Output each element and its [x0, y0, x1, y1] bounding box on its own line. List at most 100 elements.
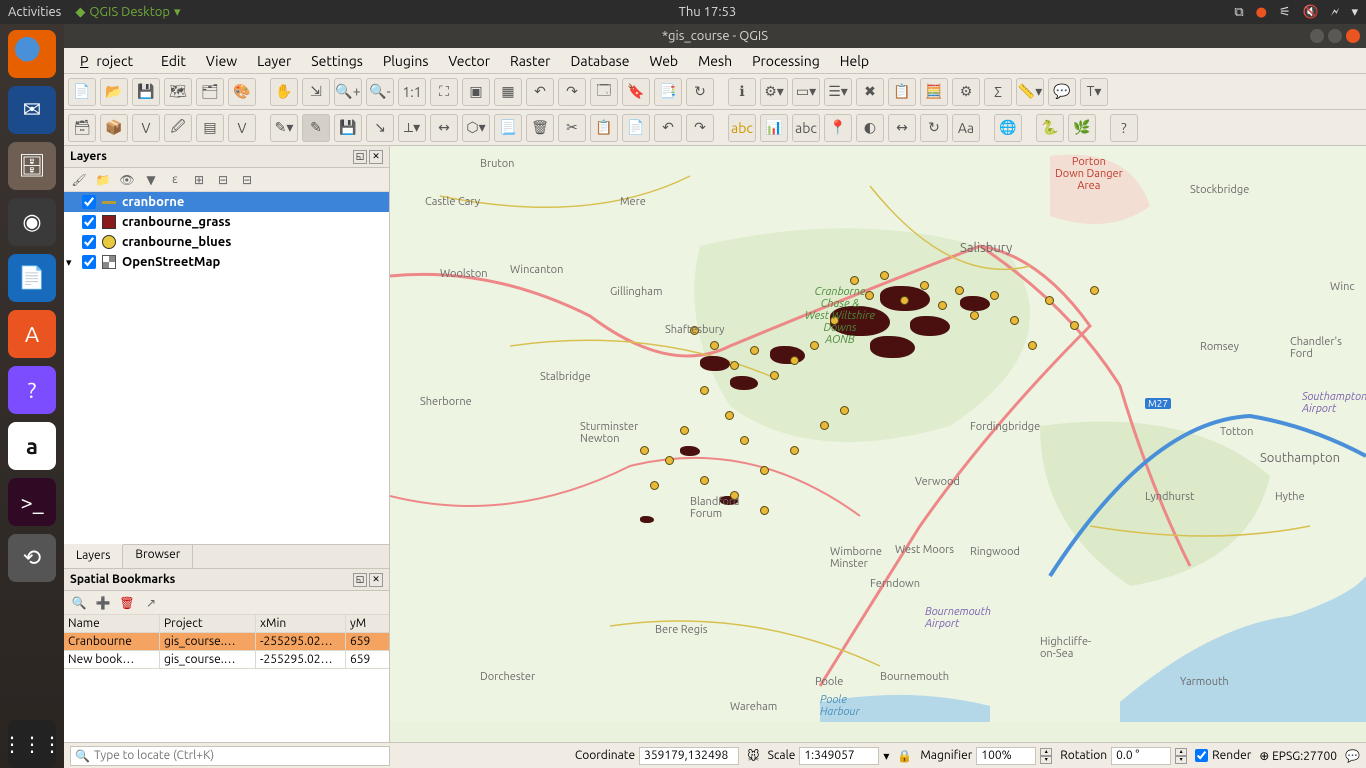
bookmarks-table[interactable]: Name Project xMin yM Cranbourne gis_cour…: [64, 615, 389, 742]
move-label-button[interactable]: ↔: [888, 114, 916, 142]
layout-manager-button[interactable]: 🗂: [196, 78, 224, 106]
layers-list[interactable]: cranborne cranbourne_grass cranbourne_bl…: [64, 192, 389, 544]
layer-checkbox[interactable]: [82, 235, 96, 249]
magnifier-input[interactable]: [976, 747, 1036, 765]
menu-view[interactable]: View: [198, 51, 245, 71]
new-project-button[interactable]: 📄: [68, 78, 96, 106]
rotate-label-button[interactable]: ↻: [920, 114, 948, 142]
crs-button[interactable]: ⊕ EPSG:27700: [1259, 749, 1337, 763]
menu-plugins[interactable]: Plugins: [375, 51, 437, 71]
zoom-layer-button[interactable]: ▦: [494, 78, 522, 106]
menu-settings[interactable]: Settings: [303, 51, 371, 71]
bookmark-row[interactable]: New book… gis_course.… -255295.02… 659: [64, 651, 389, 669]
edits-button[interactable]: ✎▾: [270, 114, 298, 142]
rot-down-button[interactable]: ▾: [1175, 756, 1187, 764]
maximize-button[interactable]: [1328, 29, 1342, 43]
save-edits-button[interactable]: 💾: [334, 114, 362, 142]
identify-button[interactable]: ℹ: [728, 78, 756, 106]
field-calc-button[interactable]: 🧮: [920, 78, 948, 106]
paste-feature-button[interactable]: 📄: [622, 114, 650, 142]
copy-feature-button[interactable]: 📋: [590, 114, 618, 142]
dock-backup[interactable]: ⟲: [8, 534, 56, 582]
data-source-manager-button[interactable]: 🗃: [68, 114, 96, 142]
messages-button[interactable]: 💬: [1345, 749, 1360, 763]
menu-processing[interactable]: Processing: [744, 51, 828, 71]
manage-visibility-button[interactable]: 👁: [118, 171, 136, 189]
style-manager-button[interactable]: 🎨: [228, 78, 256, 106]
delete-bookmark-button[interactable]: 🗑: [118, 594, 136, 612]
clock[interactable]: Thu 17:53: [181, 5, 1235, 19]
render-checkbox[interactable]: [1195, 749, 1208, 762]
select-button[interactable]: ▭▾: [792, 78, 820, 106]
add-group-button[interactable]: 📁: [94, 171, 112, 189]
menu-edit[interactable]: Edit: [153, 51, 194, 71]
menu-web[interactable]: Web: [641, 51, 686, 71]
scale-input[interactable]: [799, 747, 879, 765]
delete-feature-button[interactable]: 🗑: [526, 114, 554, 142]
dock-terminal[interactable]: >_: [8, 478, 56, 526]
zoom-bookmark-button[interactable]: 🔍: [70, 594, 88, 612]
lock-icon[interactable]: 🔒: [897, 749, 912, 763]
collapse-all-button[interactable]: ⊟: [214, 171, 232, 189]
new-print-layout-button[interactable]: 🗺: [164, 78, 192, 106]
modify-attrs-button[interactable]: 📃: [494, 114, 522, 142]
bookmarks-close-button[interactable]: ✕: [369, 573, 383, 587]
system-menu-caret[interactable]: ▾: [1351, 5, 1358, 20]
scale-dropdown-icon[interactable]: ▾: [883, 749, 889, 763]
locator-input[interactable]: [94, 749, 385, 762]
zoom-selection-button[interactable]: ▣: [462, 78, 490, 106]
select-by-value-button[interactable]: ☰▾: [824, 78, 852, 106]
processing-toolbox-button[interactable]: ⚙: [952, 78, 980, 106]
filter-legend-button[interactable]: ▼: [142, 171, 160, 189]
expression-filter-button[interactable]: ε: [166, 171, 184, 189]
map-tips-button[interactable]: 💬: [1048, 78, 1076, 106]
annotation-button[interactable]: T▾: [1080, 78, 1108, 106]
new-geopackage-button[interactable]: 📦: [100, 114, 128, 142]
dock-show-apps[interactable]: ⋮⋮⋮: [8, 720, 56, 768]
new-shapefile-button[interactable]: V: [132, 114, 160, 142]
layers-undock-button[interactable]: ◱: [353, 150, 367, 164]
locator[interactable]: 🔍: [70, 746, 390, 766]
map-canvas[interactable]: Bruton Castle Cary Mere Woolston Wincant…: [390, 146, 1366, 742]
toggle-editing-button[interactable]: ✎: [302, 114, 330, 142]
menu-help[interactable]: Help: [832, 51, 877, 71]
redo-button[interactable]: ↷: [686, 114, 714, 142]
label-tool-button[interactable]: abc: [728, 114, 756, 142]
zoom-last-button[interactable]: ↶: [526, 78, 554, 106]
show-label-button[interactable]: ◐: [856, 114, 884, 142]
zoom-native-button[interactable]: 1:1: [398, 78, 426, 106]
dock-amazon[interactable]: a: [8, 422, 56, 470]
dock-rhythmbox[interactable]: ◉: [8, 198, 56, 246]
zoom-out-button[interactable]: 🔍-: [366, 78, 394, 106]
cut-feature-button[interactable]: ✂: [558, 114, 586, 142]
add-feature-button[interactable]: ↘: [366, 114, 394, 142]
zoom-full-button[interactable]: ⛶: [430, 78, 458, 106]
dropbox-icon[interactable]: ⧉: [1234, 5, 1243, 20]
zoom-next-button[interactable]: ↷: [558, 78, 586, 106]
digitize-button[interactable]: ⟂▾: [398, 114, 426, 142]
dock-software[interactable]: A: [8, 310, 56, 358]
help-button[interactable]: ?: [1110, 114, 1138, 142]
volume-icon[interactable]: 🔇: [1303, 5, 1319, 20]
metasearch-button[interactable]: 🌐: [994, 114, 1022, 142]
share-bookmark-button[interactable]: ↗: [142, 594, 160, 612]
menu-database[interactable]: Database: [563, 51, 638, 71]
activities-button[interactable]: Activities: [8, 5, 61, 19]
dock-thunderbird[interactable]: ✉: [8, 86, 56, 134]
menu-vector[interactable]: Vector: [440, 51, 498, 71]
layer-row-cranborne[interactable]: cranborne: [64, 192, 389, 212]
python-console-button[interactable]: 🐍: [1036, 114, 1064, 142]
pan-to-selection-button[interactable]: ⇲: [302, 78, 330, 106]
label-highlight-button[interactable]: abc: [792, 114, 820, 142]
open-project-button[interactable]: 📂: [100, 78, 128, 106]
dock-help[interactable]: ?: [8, 366, 56, 414]
bookmarks-undock-button[interactable]: ◱: [353, 573, 367, 587]
expand-all-button[interactable]: ⊞: [190, 171, 208, 189]
new-map-view-button[interactable]: 🗔: [590, 78, 618, 106]
rot-up-button[interactable]: ▴: [1175, 748, 1187, 756]
close-button[interactable]: [1346, 29, 1360, 43]
remove-layer-button[interactable]: ⊟: [238, 171, 256, 189]
new-mem-layer-button[interactable]: ▤: [196, 114, 224, 142]
layer-style-button[interactable]: 🖌: [70, 171, 88, 189]
grass-button[interactable]: 🌿: [1068, 114, 1096, 142]
